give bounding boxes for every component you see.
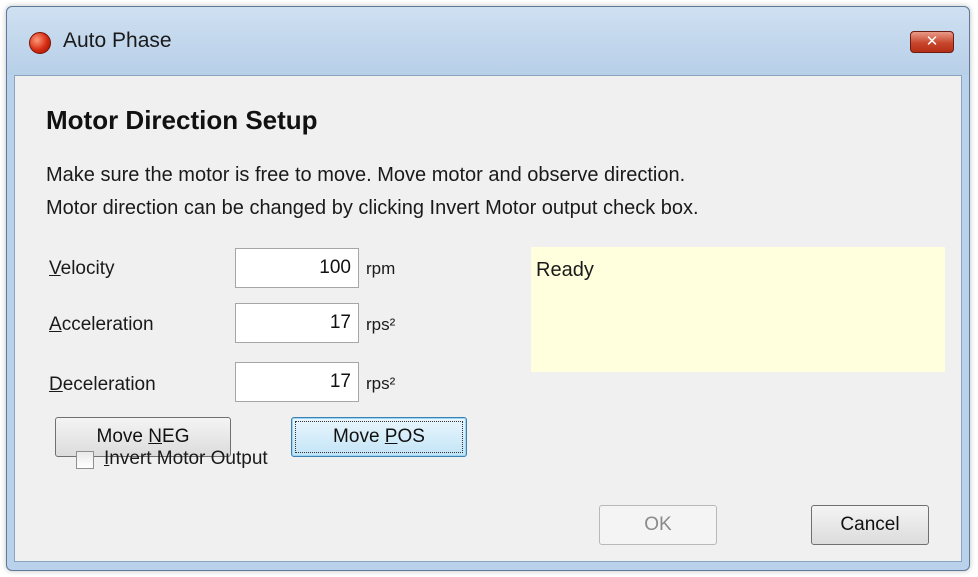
acceleration-input[interactable]: 17 [235,303,359,343]
instruction-line-2: Motor direction can be changed by clicki… [46,197,699,219]
status-text: Ready [536,259,594,281]
deceleration-input[interactable]: 17 [235,362,359,402]
move-pos-button[interactable]: Move POS [291,417,467,457]
title-bar[interactable]: Auto Phase ✕ [7,7,969,75]
deceleration-unit: rps² [366,374,396,393]
page-title: Motor Direction Setup [46,105,318,135]
dialog-body: Motor Direction Setup Make sure the moto… [14,75,962,562]
app-icon [29,32,51,54]
acceleration-unit: rps² [366,315,396,334]
invert-motor-output-checkbox[interactable] [76,451,94,469]
ok-button[interactable]: OK [599,505,717,545]
acceleration-label: Acceleration [49,314,154,335]
instruction-line-1: Make sure the motor is free to move. Mov… [46,164,686,186]
window-title: Auto Phase [63,29,172,52]
invert-motor-output-label[interactable]: Invert Motor Output [104,448,268,470]
velocity-unit: rpm [366,259,396,278]
velocity-label: Velocity [49,258,115,279]
status-panel: Ready [531,247,945,372]
close-button[interactable]: ✕ [910,31,954,53]
auto-phase-dialog: Auto Phase ✕ Motor Direction Setup Make … [6,6,970,571]
velocity-input[interactable]: 100 [235,248,359,288]
cancel-button[interactable]: Cancel [811,505,929,545]
deceleration-label: Deceleration [49,374,156,395]
close-icon: ✕ [925,32,939,50]
